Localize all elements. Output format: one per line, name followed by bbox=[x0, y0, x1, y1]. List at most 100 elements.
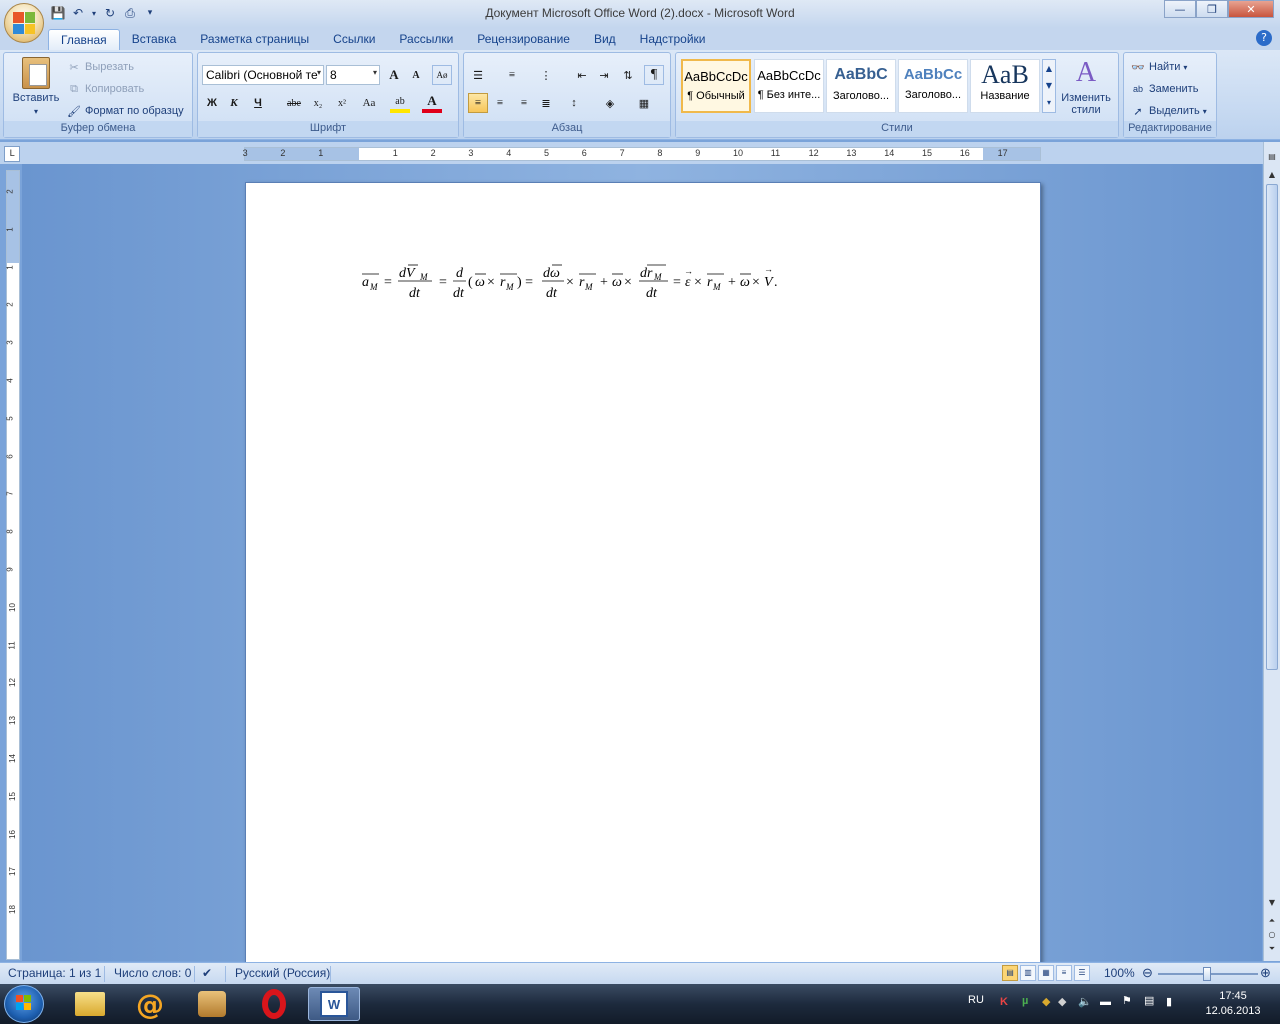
network-status-icon[interactable]: ▤ bbox=[1144, 994, 1154, 1007]
scroll-thumb[interactable] bbox=[1266, 184, 1278, 670]
font-color-button[interactable]: A bbox=[422, 93, 442, 113]
view-ruler-icon[interactable]: ▤ bbox=[1266, 152, 1278, 166]
style-tile-title[interactable]: AaB Название bbox=[970, 59, 1040, 113]
full-screen-reading-icon[interactable]: ▥ bbox=[1020, 965, 1036, 981]
justify-icon[interactable]: ≣ bbox=[536, 93, 556, 113]
format-painter-button[interactable]: 🖌 Формат по образцу bbox=[66, 103, 184, 119]
multilevel-list-icon[interactable]: ⋮ bbox=[536, 65, 556, 85]
bold-button[interactable]: Ж bbox=[202, 93, 222, 113]
style-tile-heading2[interactable]: AaBbCc Заголово... bbox=[898, 59, 968, 113]
style-tile-normal[interactable]: AaBbCcDc ¶ Обычный bbox=[681, 59, 751, 113]
find-button[interactable]: 👓 Найти ▾ bbox=[1130, 59, 1187, 75]
align-center-icon[interactable]: ≡ bbox=[490, 93, 510, 113]
print-layout-icon[interactable]: ▤ bbox=[1002, 965, 1018, 981]
battery-icon[interactable]: ▮ bbox=[1166, 995, 1172, 1008]
tab-insert[interactable]: Вставка bbox=[120, 29, 189, 50]
strikethrough-button[interactable]: abe bbox=[284, 93, 304, 113]
superscript-button[interactable]: x² bbox=[332, 93, 352, 113]
zoom-out-icon[interactable]: ⊖ bbox=[1142, 965, 1153, 981]
shading-icon[interactable]: ◈ bbox=[600, 93, 620, 113]
zoom-slider-thumb[interactable] bbox=[1203, 967, 1211, 981]
word-count[interactable]: Число слов: 0 bbox=[114, 966, 191, 980]
font-size-combo[interactable]: 8 ▾ bbox=[326, 65, 380, 85]
taskbar-mail-agent[interactable]: @ bbox=[124, 987, 176, 1021]
scroll-down-icon[interactable]: ▼ bbox=[1266, 898, 1278, 912]
taskbar-explorer[interactable] bbox=[64, 987, 116, 1021]
sort-icon[interactable]: ⇅ bbox=[618, 65, 638, 85]
tab-view[interactable]: Вид bbox=[582, 29, 628, 50]
scroll-up-icon[interactable]: ▲ bbox=[1266, 170, 1278, 184]
font-name-combo[interactable]: Calibri (Основной те ▾ bbox=[202, 65, 324, 85]
outline-icon[interactable]: ≡ bbox=[1056, 965, 1072, 981]
minimize-button[interactable]: — bbox=[1164, 0, 1196, 18]
browse-object-icon[interactable]: ○ bbox=[1266, 930, 1278, 944]
paste-button[interactable]: Вставить ▾ bbox=[8, 57, 64, 116]
underline-button[interactable]: Ч bbox=[248, 93, 268, 113]
start-button[interactable] bbox=[4, 985, 44, 1023]
zoom-level[interactable]: 100% bbox=[1104, 966, 1135, 980]
help-icon[interactable]: ? bbox=[1256, 30, 1272, 46]
bullets-icon[interactable]: ☰ bbox=[468, 65, 488, 85]
taskbar-opera[interactable] bbox=[248, 987, 300, 1021]
equation[interactable]: aM = dV M dt = d dt ( ω × rM ) = dω dt × … bbox=[360, 261, 840, 301]
draft-icon[interactable]: ☰ bbox=[1074, 965, 1090, 981]
show-marks-button[interactable]: ¶ bbox=[644, 65, 664, 85]
prev-page-icon[interactable]: ⏶ bbox=[1266, 916, 1278, 930]
taskbar-word[interactable]: W bbox=[308, 987, 360, 1021]
utorrent-icon[interactable]: µ bbox=[1022, 995, 1028, 1007]
change-styles-label: Изменить стили bbox=[1061, 92, 1111, 116]
grow-font-button[interactable]: A bbox=[384, 65, 404, 85]
office-button[interactable] bbox=[4, 3, 44, 43]
subscript-button[interactable]: x₂ bbox=[308, 93, 328, 113]
style-tile-heading1[interactable]: AaBbC Заголово... bbox=[826, 59, 896, 113]
change-styles-button[interactable]: A Изменить стили bbox=[1058, 57, 1114, 116]
cut-button[interactable]: ✂ Вырезать bbox=[66, 59, 134, 75]
tray-app2-icon[interactable]: ◆ bbox=[1058, 995, 1066, 1008]
italic-button[interactable]: К bbox=[224, 93, 244, 113]
language-status[interactable]: Русский (Россия) bbox=[235, 966, 330, 980]
action-center-icon[interactable]: ⚑ bbox=[1122, 994, 1132, 1007]
select-button[interactable]: ➚ Выделить ▾ bbox=[1130, 103, 1206, 119]
kaspersky-icon[interactable]: K bbox=[1000, 996, 1008, 1008]
tab-home[interactable]: Главная bbox=[48, 29, 120, 50]
shrink-font-button[interactable]: A bbox=[406, 65, 426, 85]
tab-addins[interactable]: Надстройки bbox=[628, 29, 718, 50]
tab-review[interactable]: Рецензирование bbox=[465, 29, 582, 50]
clock[interactable]: 17:45 12.06.2013 bbox=[1198, 989, 1268, 1019]
status-bar: Страница: 1 из 1 Число слов: 0 ✔ Русский… bbox=[0, 962, 1280, 984]
replace-button[interactable]: ab Заменить bbox=[1130, 81, 1198, 97]
align-left-icon[interactable]: ≡ bbox=[468, 93, 488, 113]
align-right-icon[interactable]: ≡ bbox=[514, 93, 534, 113]
taskbar-network[interactable] bbox=[186, 987, 238, 1021]
proofing-icon[interactable]: ✔ bbox=[202, 966, 212, 980]
input-language[interactable]: RU bbox=[968, 994, 984, 1006]
maximize-button[interactable]: ❐ bbox=[1196, 0, 1228, 18]
increase-indent-icon[interactable]: ⇥ bbox=[594, 65, 614, 85]
language-flag-icon[interactable]: ▬ bbox=[1100, 996, 1111, 1008]
next-page-icon[interactable]: ⏷ bbox=[1266, 944, 1278, 958]
web-layout-icon[interactable]: ▦ bbox=[1038, 965, 1054, 981]
line-spacing-icon[interactable]: ↕ bbox=[564, 93, 584, 113]
vertical-ruler[interactable]: 2 1 1 2 3 4 5 6 7 8 9 10 11 12 13 14 15 16 17 18 bbox=[6, 170, 20, 960]
decrease-indent-icon[interactable]: ⇤ bbox=[572, 65, 592, 85]
page-count[interactable]: Страница: 1 из 1 bbox=[8, 966, 101, 980]
highlight-button[interactable]: ab bbox=[390, 93, 410, 113]
tab-references[interactable]: Ссылки bbox=[321, 29, 387, 50]
close-button[interactable]: ✕ bbox=[1228, 0, 1274, 18]
tab-selector[interactable]: L bbox=[4, 146, 20, 162]
volume-icon[interactable]: 🔈 bbox=[1078, 995, 1092, 1008]
clear-format-icon[interactable]: Aø bbox=[432, 65, 452, 85]
horizontal-ruler[interactable]: 3 2 1 1 2 3 4 5 6 7 8 9 10 11 12 13 14 15 16 17 bbox=[243, 147, 1041, 161]
tab-page-layout[interactable]: Разметка страницы bbox=[188, 29, 321, 50]
copy-button[interactable]: ⧉ Копировать bbox=[66, 81, 144, 97]
tab-mailings[interactable]: Рассылки bbox=[387, 29, 465, 50]
tray-app-icon[interactable]: ◆ bbox=[1042, 995, 1050, 1008]
change-case-button[interactable]: Aa bbox=[356, 93, 382, 113]
borders-icon[interactable]: ▦ bbox=[634, 93, 654, 113]
numbering-icon[interactable]: ≡ bbox=[502, 65, 522, 85]
zoom-in-icon[interactable]: ⊕ bbox=[1260, 965, 1271, 981]
document-page[interactable]: aM = dV M dt = d dt ( ω × rM ) = dω dt × … bbox=[245, 182, 1041, 982]
vertical-scrollbar[interactable]: ▤ ▲ ▼ ⏶ ○ ⏷ bbox=[1263, 142, 1280, 961]
style-tile-no-spacing[interactable]: AaBbCcDc ¶ Без инте... bbox=[754, 59, 824, 113]
styles-scroll[interactable]: ▲ ▼ ▾ bbox=[1042, 59, 1056, 113]
